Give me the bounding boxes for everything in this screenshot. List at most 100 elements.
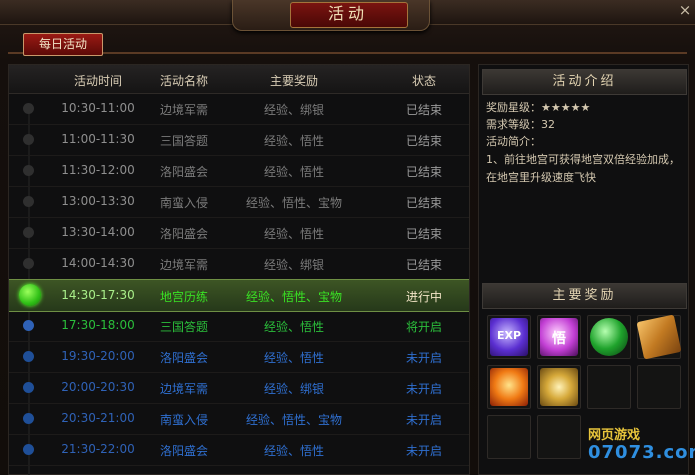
exp-orb-icon: EXP xyxy=(490,318,528,356)
window-title: 活动 xyxy=(327,4,368,23)
scroll-icon xyxy=(636,314,682,360)
activity-reward: 经验、悟性 xyxy=(263,165,324,179)
activity-time: 19:30-20:00 xyxy=(61,349,135,363)
activity-name: 边境军需 xyxy=(159,258,208,272)
close-button[interactable]: × xyxy=(675,0,695,20)
activity-reward: 经验、悟性 xyxy=(263,227,324,241)
tab-strip xyxy=(8,52,687,54)
activity-reward: 经验、悟性 xyxy=(263,351,324,365)
activity-time: 20:30-21:00 xyxy=(61,411,135,425)
activity-time: 13:00-13:30 xyxy=(61,194,135,208)
rewards-heading: 主要奖励 xyxy=(482,283,687,309)
activity-reward: 经验、悟性 xyxy=(263,320,324,334)
activity-status: 未开启 xyxy=(405,351,442,365)
activity-status: 已结束 xyxy=(405,196,442,210)
activity-time: 17:30-18:00 xyxy=(61,318,135,332)
activity-time: 11:30-12:00 xyxy=(61,163,135,177)
timeline-dot xyxy=(23,382,34,393)
green-gem-icon xyxy=(590,318,628,356)
reward-slot[interactable] xyxy=(587,315,631,359)
table-header: 活动时间 活动名称 主要奖励 状态 xyxy=(9,65,469,94)
table-row[interactable]: 19:30-20:00 洛阳盛会 经验、悟性 未开启 xyxy=(9,341,469,373)
activity-time: 10:30-11:00 xyxy=(61,101,135,115)
header-main-reward: 主要奖励 xyxy=(269,74,318,88)
activity-name: 三国答题 xyxy=(159,134,208,148)
activity-status: 已结束 xyxy=(405,103,442,117)
fire-token-icon xyxy=(490,368,528,406)
activity-time: 14:30-17:30 xyxy=(61,288,135,302)
empty-reward-slot xyxy=(537,415,581,459)
activity-name: 边境军需 xyxy=(159,382,208,396)
table-row[interactable]: 13:00-13:30 南蛮入侵 经验、悟性、宝物 已结束 xyxy=(9,186,469,218)
activity-status: 未开启 xyxy=(405,413,442,427)
activity-status: 未开启 xyxy=(405,444,442,458)
activity-name: 南蛮入侵 xyxy=(159,196,208,210)
activity-status: 进行中 xyxy=(405,290,442,304)
table-row[interactable]: 10:30-11:00 边境军需 经验、绑银 已结束 xyxy=(9,93,469,125)
empty-reward-slot xyxy=(487,415,531,459)
table-row[interactable]: 11:30-12:00 洛阳盛会 经验、悟性 已结束 xyxy=(9,155,469,187)
activity-reward: 经验、悟性 xyxy=(263,134,324,148)
reward-stars: 奖励星级：★★★★★ xyxy=(486,101,591,114)
table-row[interactable]: 20:30-21:00 南蛮入侵 经验、悟性、宝物 未开启 xyxy=(9,403,469,435)
table-row[interactable]: 14:00-14:30 边境军需 经验、绑银 已结束 xyxy=(9,248,469,280)
activity-name: 洛阳盛会 xyxy=(159,227,208,241)
activity-name: 地宫历练 xyxy=(159,290,208,304)
reward-slot[interactable] xyxy=(636,314,682,360)
activity-reward: 经验、绑银 xyxy=(263,382,324,396)
wisdom-orb-icon: 悟 xyxy=(540,318,578,356)
timeline-dot xyxy=(23,103,34,114)
watermark-label: 网页游戏 xyxy=(588,428,641,443)
table-row[interactable]: 20:00-20:30 边境军需 经验、绑银 未开启 xyxy=(9,372,469,404)
activity-status: 已结束 xyxy=(405,134,442,148)
activity-reward: 经验、悟性、宝物 xyxy=(245,196,342,210)
intro-heading: 活动介绍 xyxy=(482,69,687,95)
activity-description: 1、前往地宫可获得地宫双倍经验加成，在地宫里升级速度飞快 xyxy=(486,153,680,184)
timeline-dot xyxy=(23,165,34,176)
table-row[interactable]: 13:30-14:00 洛阳盛会 经验、悟性 已结束 xyxy=(9,217,469,249)
site-watermark: 网页游戏 07073.com xyxy=(588,424,695,473)
activity-status: 已结束 xyxy=(405,165,442,179)
activity-reward: 经验、绑银 xyxy=(263,258,324,272)
activity-name: 边境军需 xyxy=(159,103,208,117)
activity-time: 20:00-20:30 xyxy=(61,380,135,394)
summary-label: 活动简介： xyxy=(486,135,541,148)
reward-slot[interactable]: EXP xyxy=(487,315,531,359)
timeline-dot xyxy=(23,196,34,207)
watermark-site: 07073.com xyxy=(588,442,695,463)
activity-reward: 经验、悟性、宝物 xyxy=(245,413,342,427)
timeline-dot xyxy=(23,444,34,455)
empty-reward-slot xyxy=(637,365,681,409)
activity-reward: 经验、悟性、宝物 xyxy=(245,290,342,304)
activity-time: 11:00-11:30 xyxy=(61,132,135,146)
active-indicator-icon xyxy=(19,284,41,306)
activity-name: 洛阳盛会 xyxy=(159,444,208,458)
tab-daily-activities[interactable]: 每日活动 xyxy=(23,33,103,56)
table-row[interactable]: 11:00-11:30 三国答题 经验、悟性 已结束 xyxy=(9,124,469,156)
reward-slot[interactable] xyxy=(537,365,581,409)
gold-ore-icon xyxy=(540,368,578,406)
activity-time: 14:00-14:30 xyxy=(61,256,135,270)
header-status: 状态 xyxy=(411,74,436,88)
reward-slot[interactable]: 悟 xyxy=(537,315,581,359)
activity-status: 已结束 xyxy=(405,258,442,272)
reward-slot[interactable] xyxy=(487,365,531,409)
timeline-dot xyxy=(23,351,34,362)
activity-time: 13:30-14:00 xyxy=(61,225,135,239)
table-row[interactable]: 14:30-17:30 地宫历练 经验、悟性、宝物 进行中 xyxy=(9,279,469,312)
activity-name: 洛阳盛会 xyxy=(159,165,208,179)
activity-name: 三国答题 xyxy=(159,320,208,334)
timeline-dot xyxy=(23,320,34,331)
activity-status: 未开启 xyxy=(405,382,442,396)
header-activity-name: 活动名称 xyxy=(159,74,208,88)
activity-schedule-panel: 活动时间 活动名称 主要奖励 状态 10:30-11:00 边境军需 经验、绑银 已结… xyxy=(8,64,470,475)
activity-name: 洛阳盛会 xyxy=(159,351,208,365)
timeline-dot xyxy=(23,258,34,269)
table-row[interactable]: 17:30-18:00 三国答题 经验、悟性 将开启 xyxy=(9,310,469,342)
timeline-dot xyxy=(23,134,34,145)
empty-reward-slot xyxy=(587,365,631,409)
activity-name: 南蛮入侵 xyxy=(159,413,208,427)
header-activity-time: 活动时间 xyxy=(73,74,122,88)
table-row[interactable]: 21:30-22:00 洛阳盛会 经验、悟性 未开启 xyxy=(9,434,469,466)
required-level: 需求等级：32 xyxy=(486,118,555,131)
